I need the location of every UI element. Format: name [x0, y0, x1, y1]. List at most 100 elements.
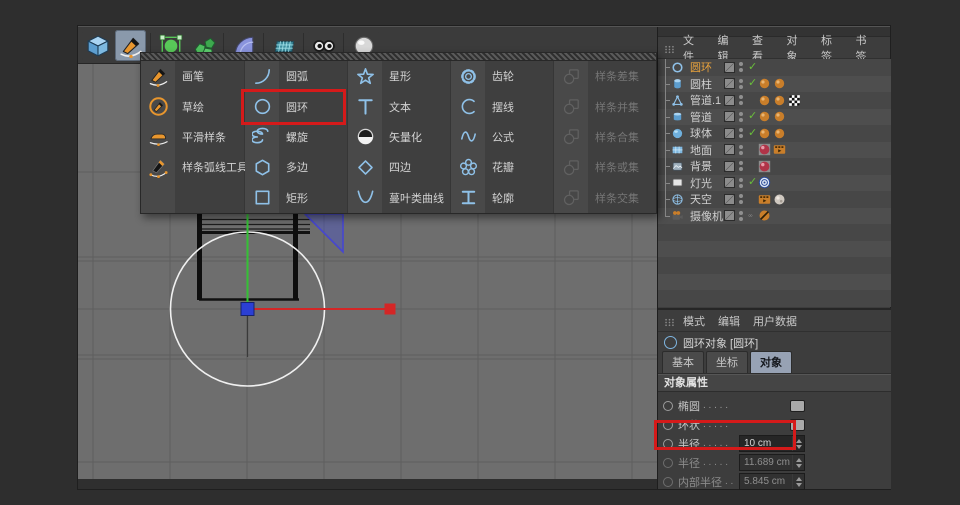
checkbox-椭圆[interactable]: [790, 400, 805, 412]
object-row-圆柱[interactable]: 圆柱✓: [658, 76, 891, 93]
object-row-管道[interactable]: 管道✓: [658, 109, 891, 126]
tag-film-icon[interactable]: [773, 143, 787, 156]
tag-checker-icon[interactable]: [788, 94, 802, 107]
property-label: 半径: [678, 455, 700, 471]
menu-item-label: 矩形: [279, 190, 308, 206]
menu-item-star[interactable]: 星形: [348, 61, 450, 91]
enable-check[interactable]: ✓: [748, 62, 760, 73]
tag-forbidden-icon[interactable]: [758, 209, 772, 222]
keyframe-ring-icon[interactable]: [663, 477, 673, 487]
tag-dot-icon[interactable]: [758, 77, 772, 90]
visibility-dots[interactable]: [739, 111, 743, 123]
menu-item-spline-arc-tool[interactable]: 样条弧线工具: [141, 152, 244, 182]
attribute-manager-menu-1[interactable]: 模式: [683, 313, 705, 329]
attribute-manager-menu-2[interactable]: 编辑: [718, 313, 740, 329]
visibility-dots[interactable]: [739, 144, 743, 156]
visibility-dots[interactable]: [739, 193, 743, 205]
layer-toggle[interactable]: [724, 194, 735, 205]
menu-item-polygon[interactable]: 多边: [245, 152, 347, 182]
object-row-圆环[interactable]: 圆环✓: [658, 59, 891, 76]
visibility-dots[interactable]: [739, 177, 743, 189]
object-row-球体[interactable]: 球体✓: [658, 125, 891, 142]
layer-toggle[interactable]: [724, 78, 735, 89]
menu-item-label: 样条差集: [588, 68, 639, 84]
pen-icon: [119, 34, 143, 58]
tag-target-icon[interactable]: [758, 176, 772, 189]
object-row-天空[interactable]: 天空: [658, 191, 891, 208]
menu-item-spline-bool: 样条交集: [554, 183, 656, 213]
menu-item-rectangle[interactable]: 矩形: [245, 183, 347, 213]
menu-tearoff-strip[interactable]: [140, 52, 657, 60]
keyframe-ring-icon[interactable]: [663, 458, 673, 468]
layer-toggle[interactable]: [724, 177, 735, 188]
menu-item-quad[interactable]: 四边: [348, 152, 450, 182]
annotation-rect-radius-field: [654, 420, 796, 450]
spline-bool-icon: [554, 155, 588, 179]
om-background-icon: [671, 159, 686, 173]
spline-tools-dropdown: 画笔草绘平滑样条样条弧线工具圆弧圆环螺旋多边矩形星形文本矢量化四边蔓叶类曲线齿轮…: [140, 52, 657, 214]
attribute-manager-menu-3[interactable]: 用户数据: [753, 313, 797, 329]
object-row-摄像机[interactable]: 摄像机◦◦: [658, 208, 891, 225]
tree-branch: [658, 191, 671, 208]
tag-dot-icon[interactable]: [773, 94, 787, 107]
tag-dot-icon[interactable]: [773, 77, 787, 90]
menu-item-label: 文本: [382, 99, 411, 115]
menu-item-sketch-pen[interactable]: 草绘: [141, 91, 244, 121]
z-axis-grab: [241, 303, 254, 316]
tag-dot-icon[interactable]: [773, 110, 787, 123]
layer-toggle[interactable]: [724, 144, 735, 155]
menu-item-cissoid[interactable]: 蔓叶类曲线: [348, 183, 450, 213]
layer-toggle[interactable]: [724, 161, 735, 172]
tab-coordinates[interactable]: 坐标: [706, 351, 748, 373]
menu-item-text[interactable]: 文本: [348, 91, 450, 121]
arc-icon: [245, 64, 279, 88]
object-toggles: [724, 160, 760, 172]
menu-item-draw-pen[interactable]: 画笔: [141, 61, 244, 91]
menu-item-gear[interactable]: 齿轮: [451, 61, 553, 91]
flower-icon: [451, 155, 485, 179]
tag-material-red-icon[interactable]: [758, 143, 772, 156]
menu-item-profile[interactable]: 轮廓: [451, 183, 553, 213]
menu-item-smooth-spline[interactable]: 平滑样条: [141, 122, 244, 152]
menu-item-cycloid[interactable]: 摆线: [451, 91, 553, 121]
layer-toggle[interactable]: [724, 210, 735, 221]
tag-dot-icon[interactable]: [773, 127, 787, 140]
spline-menu-column-1: 画笔草绘平滑样条样条弧线工具: [141, 61, 245, 213]
tag-texture-sphere-icon[interactable]: [773, 193, 787, 206]
menu-item-formula[interactable]: 公式: [451, 122, 553, 152]
tag-dot-icon[interactable]: [758, 127, 772, 140]
visibility-dots[interactable]: [739, 160, 743, 172]
spline-bool-icon: [554, 186, 588, 210]
menu-item-arc[interactable]: 圆弧: [245, 61, 347, 91]
menu-item-helix[interactable]: 螺旋: [245, 122, 347, 152]
layer-toggle[interactable]: [724, 128, 735, 139]
tab-basic[interactable]: 基本: [662, 351, 704, 373]
visibility-dots[interactable]: [739, 94, 743, 106]
visibility-dots[interactable]: [739, 210, 743, 222]
layer-toggle[interactable]: [724, 95, 735, 106]
tag-dot-icon[interactable]: [758, 94, 772, 107]
object-row-管道.1[interactable]: 管道.1: [658, 92, 891, 109]
om-sky-icon: [671, 192, 686, 206]
layer-toggle[interactable]: [724, 111, 735, 122]
menu-item-flower[interactable]: 花瓣: [451, 152, 553, 182]
object-row-灯光[interactable]: 灯光✓: [658, 175, 891, 192]
visibility-dots[interactable]: [739, 61, 743, 73]
cissoid-icon: [348, 186, 382, 210]
tool-cube-button[interactable]: [82, 30, 113, 61]
tag-dot-icon[interactable]: [758, 110, 772, 123]
menu-item-vectorize[interactable]: 矢量化: [348, 122, 450, 152]
tag-material-red-icon[interactable]: [758, 160, 772, 173]
tab-object[interactable]: 对象: [750, 351, 792, 373]
om-sphere-icon: [671, 126, 686, 140]
draw-pen-icon: [141, 64, 175, 88]
visibility-dots[interactable]: [739, 78, 743, 90]
layer-toggle[interactable]: [724, 62, 735, 73]
visibility-dots[interactable]: [739, 127, 743, 139]
leader-dots: . . . . .: [700, 400, 789, 411]
keyframe-ring-icon[interactable]: [663, 401, 673, 411]
object-tags: [758, 143, 788, 156]
object-row-背景[interactable]: 背景: [658, 158, 891, 175]
tag-film-icon[interactable]: [758, 193, 772, 206]
object-row-地面[interactable]: 地面: [658, 142, 891, 159]
